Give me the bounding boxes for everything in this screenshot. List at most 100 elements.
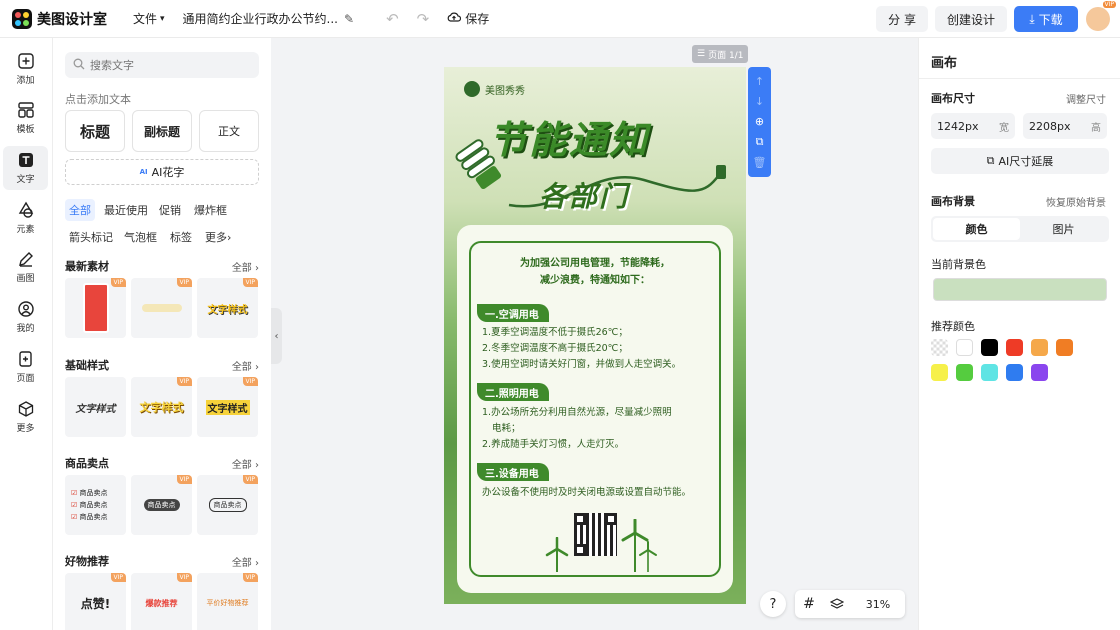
height-field[interactable]: 2208px 高 (1023, 113, 1107, 139)
color-swatch[interactable] (931, 364, 948, 381)
share-button[interactable]: 分 享 (876, 6, 928, 32)
tab-color[interactable]: 颜色 (933, 218, 1020, 240)
poster-section-heading[interactable]: 二.照明用电 (477, 383, 549, 401)
rail-item-more[interactable]: 更多 (3, 395, 48, 439)
grid-icon[interactable]: # (795, 596, 823, 612)
poster-line[interactable]: 办公设备不使用时及时关闭电源或设置自动节能。 (482, 485, 726, 501)
delete-page-icon[interactable]: 🗑 (753, 156, 767, 169)
help-button[interactable]: ? (760, 591, 786, 617)
design-canvas[interactable]: 美图秀秀 节能通知 各部门 为加强公司用电管理，节能降耗， 减少浪费，特通知如下… (444, 67, 746, 604)
add-heading-button[interactable]: 标题 (65, 110, 125, 152)
chip-burst[interactable]: 爆炸框 (190, 199, 231, 221)
rail-item-text[interactable]: 文字 (3, 146, 48, 190)
file-menu[interactable]: 文件 ▾ (133, 10, 165, 27)
material-card[interactable]: VIP (131, 278, 192, 338)
duplicate-page-icon[interactable]: ⧉ (756, 135, 764, 149)
layers-icon[interactable] (823, 597, 851, 611)
chip-arrow[interactable]: 箭头标记 (65, 226, 117, 248)
poster-section-heading[interactable]: 三.设备用电 (477, 463, 549, 481)
vip-badge: VIP (242, 475, 258, 484)
app-logo[interactable]: 美图设计室 (12, 8, 107, 29)
recommend-card[interactable]: 平价好物推荐 VIP (197, 573, 258, 630)
rail-label: 添加 (16, 76, 35, 86)
rename-icon[interactable]: ✎ (344, 12, 354, 26)
add-page-icon[interactable]: ⊕ (755, 115, 764, 128)
undo-icon[interactable]: ↶ (386, 10, 399, 28)
poster-title[interactable]: 节能通知 (489, 109, 649, 164)
poster-line[interactable]: 电耗； (492, 421, 736, 437)
style-card[interactable]: 文字样式 VIP (131, 377, 192, 437)
color-swatch[interactable] (931, 339, 948, 356)
chip-tag[interactable]: 标签 (166, 226, 196, 248)
redo-icon[interactable]: ↷ (417, 10, 430, 28)
ai-art-text-button[interactable]: AI AI花字 (65, 159, 259, 185)
tab-image[interactable]: 图片 (1020, 218, 1107, 240)
poster-subtitle[interactable]: 各部门 (539, 175, 629, 215)
style-card[interactable]: 文字样式 VIP (197, 377, 258, 437)
adjust-size-link[interactable]: 调整尺寸 (1066, 91, 1106, 106)
color-swatch[interactable] (1056, 339, 1073, 356)
save-button[interactable]: 保存 (447, 10, 489, 27)
color-swatch[interactable] (1006, 339, 1023, 356)
material-card[interactable]: 文字样式 VIP (197, 278, 258, 338)
poster-line[interactable]: 3.使用空调时请关好门窗，并做到人走空调关。 (482, 357, 726, 373)
avatar[interactable]: VIP (1086, 1, 1116, 31)
rail-item-mine[interactable]: 我的 (3, 295, 48, 339)
rail-item-elements[interactable]: 元素 (3, 196, 48, 240)
selling-card[interactable]: 商品卖点 VIP (197, 475, 258, 535)
selling-card[interactable]: ☑ 商品卖点 ☑ 商品卖点 ☑ 商品卖点 (65, 475, 126, 535)
material-card[interactable]: VIP (65, 278, 126, 338)
color-swatch[interactable] (981, 364, 998, 381)
search-box[interactable] (65, 52, 259, 78)
chip-promo[interactable]: 促销 (155, 199, 185, 221)
qr-code[interactable] (574, 513, 617, 556)
width-field[interactable]: 1242px 宽 (931, 113, 1015, 139)
file-menu-label: 文件 (133, 12, 158, 26)
chip-all[interactable]: 全部 (65, 199, 95, 221)
add-subheading-button[interactable]: 副标题 (132, 110, 192, 152)
document-title[interactable]: 通用简约企业行政办公节约... (183, 10, 338, 27)
selling-card[interactable]: 商品卖点 VIP (131, 475, 192, 535)
poster-line[interactable]: 2.冬季空调温度不高于摄氏20℃； (482, 341, 726, 357)
recommend-card[interactable]: 点赞! VIP (65, 573, 126, 630)
section-all-latest[interactable]: 全部 › (232, 259, 259, 274)
section-all-selling[interactable]: 全部 › (232, 456, 259, 471)
move-up-icon[interactable]: ↑ (755, 75, 764, 88)
style-card[interactable]: 文字样式 (65, 377, 126, 437)
poster-line[interactable]: 2.养成随手关灯习惯，人走灯灭。 (482, 437, 726, 453)
recommend-card[interactable]: 爆款推荐 VIP (131, 573, 192, 630)
color-swatch[interactable] (1031, 339, 1048, 356)
color-swatch[interactable] (956, 339, 973, 356)
poster-brand[interactable]: 美图秀秀 (464, 81, 525, 97)
rail-item-add[interactable]: 添加 (3, 47, 48, 91)
move-down-icon[interactable]: ↓ (755, 95, 764, 108)
card-text: 商品卖点 (208, 498, 247, 512)
search-input[interactable] (90, 58, 240, 72)
page-indicator[interactable]: ☰ 页面 1/1 (692, 45, 749, 63)
collapse-panel-button[interactable]: ‹ (271, 308, 282, 364)
download-button[interactable]: ⤓ 下载 (1014, 6, 1078, 32)
chip-more[interactable]: 更多 › (201, 226, 235, 248)
section-all-basic[interactable]: 全部 › (232, 358, 259, 373)
color-swatch[interactable] (956, 364, 973, 381)
color-swatch[interactable] (981, 339, 998, 356)
current-bg-color-swatch[interactable] (933, 278, 1107, 301)
create-design-button[interactable]: 创建设计 (934, 6, 1007, 32)
poster-line[interactable]: 1.办公场所充分利用自然光源，尽量减少照明 (482, 405, 726, 421)
poster-line[interactable]: 1.夏季空调温度不低于摄氏26℃； (482, 325, 726, 341)
rail-label: 模板 (16, 125, 35, 135)
chip-recent[interactable]: 最近使用 (100, 199, 152, 221)
rail-item-draw[interactable]: 画图 (3, 245, 48, 289)
chip-bubble[interactable]: 气泡框 (120, 226, 161, 248)
section-all-recommend[interactable]: 全部 › (232, 554, 259, 569)
color-swatch[interactable] (1006, 364, 1023, 381)
zoom-level[interactable]: 31% (851, 598, 905, 611)
restore-bg-link[interactable]: 恢复原始背景 (1046, 194, 1106, 209)
rail-item-template[interactable]: 模板 (3, 96, 48, 140)
add-body-button[interactable]: 正文 (199, 110, 259, 152)
color-swatch[interactable] (1031, 364, 1048, 381)
rail-item-page[interactable]: 页面 (3, 345, 48, 389)
ai-size-extend-button[interactable]: ⧉ AI尺寸延展 (931, 148, 1109, 174)
poster-intro[interactable]: 为加强公司用电管理，节能降耗， 减少浪费，特通知如下： (484, 255, 706, 289)
poster-section-heading[interactable]: 一.空调用电 (477, 304, 549, 322)
